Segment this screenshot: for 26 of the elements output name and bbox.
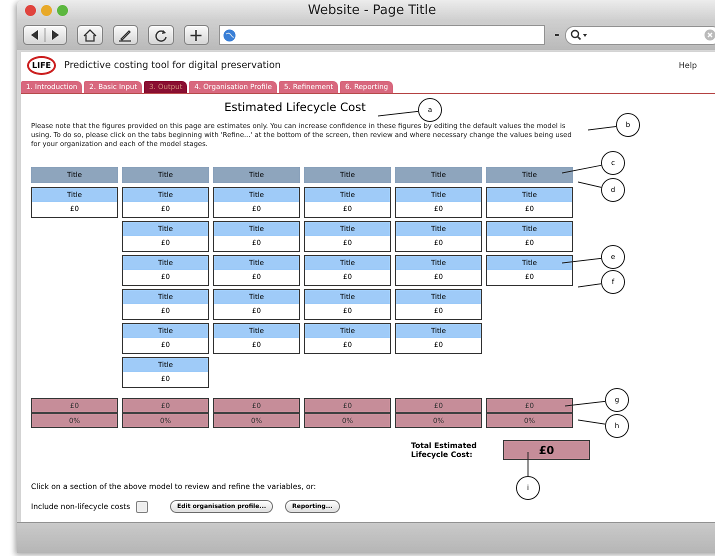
zoom-light[interactable]	[57, 4, 68, 16]
reload-icon[interactable]	[148, 25, 174, 45]
help-link[interactable]: Help	[678, 60, 697, 70]
close-light[interactable]	[25, 4, 36, 16]
total-value: £0	[503, 440, 590, 460]
leader-line	[578, 283, 602, 288]
clear-icon[interactable]	[704, 29, 715, 41]
leader-line	[562, 258, 602, 264]
page-heading: Estimated Lifecycle Cost	[224, 100, 366, 114]
home-icon[interactable]	[77, 25, 103, 45]
leader-line	[378, 110, 419, 116]
address-field[interactable]	[219, 25, 546, 45]
leader-line	[588, 126, 617, 130]
leader-line	[578, 182, 602, 188]
logo: LIFE	[27, 56, 56, 74]
back-forward-buttons[interactable]	[23, 25, 67, 45]
leader-line	[564, 400, 606, 406]
checkbox[interactable]	[136, 500, 148, 512]
edit-icon[interactable]	[112, 25, 138, 45]
add-icon[interactable]	[184, 25, 210, 45]
leader-line	[562, 164, 602, 174]
leader-line	[578, 420, 606, 425]
globe-icon	[223, 28, 236, 42]
window-title: Website - Page Title	[308, 2, 436, 18]
app-tagline: Predictive costing tool for digital preservation	[64, 60, 282, 70]
search-field[interactable]	[565, 26, 715, 44]
